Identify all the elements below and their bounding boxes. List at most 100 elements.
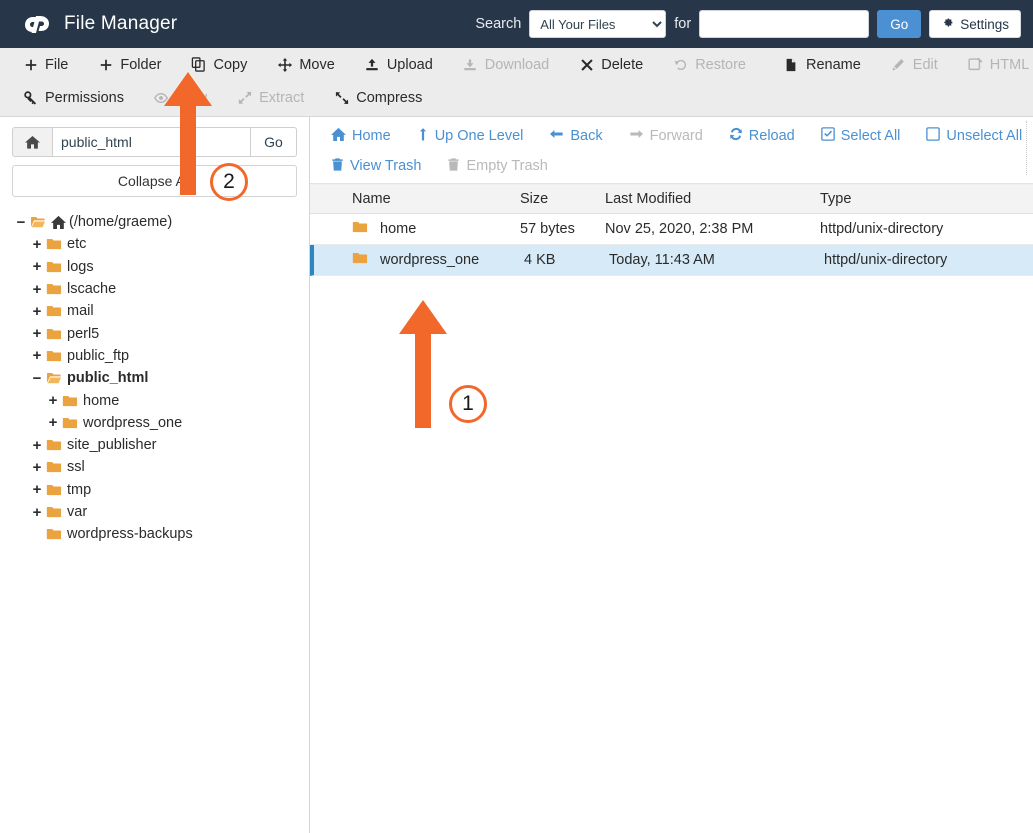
tree-node-home[interactable]: + home [14, 389, 309, 411]
folder-icon [46, 527, 62, 541]
path-input[interactable] [52, 127, 251, 157]
tree-node-wordpress-backups[interactable]: wordpress-backups [14, 523, 309, 545]
toolbar-item-label: Edit [912, 56, 938, 73]
eye-icon [154, 91, 169, 105]
nav-home-button[interactable]: Home [318, 127, 404, 145]
toolbar-download-button: Download [448, 48, 565, 81]
toolbar-permissions-button[interactable]: Permissions [8, 81, 139, 114]
nav-scrollbar[interactable] [1026, 121, 1032, 175]
header-search-group: Search All Your Files for Go Settings [475, 10, 1021, 38]
file-table: Name Size Last Modified Type home 57 bytes No… [310, 184, 1033, 276]
nav-view-trash-button[interactable]: View Trash [318, 157, 434, 176]
tree-node-site_publisher[interactable]: + site_publisher [14, 434, 309, 456]
expand-icon[interactable]: + [30, 482, 44, 497]
toolbar-move-button[interactable]: Move [262, 48, 349, 81]
expand-icon[interactable]: + [30, 460, 44, 475]
toolbar-item-label: Rename [805, 56, 861, 73]
nav-item-label: Home [352, 128, 391, 144]
tree-node-label: mail [67, 303, 94, 320]
file-icon [784, 58, 799, 72]
tree-node-public_html[interactable]: − public_html [14, 367, 309, 389]
tree-node-public_ftp[interactable]: + public_ftp [14, 345, 309, 367]
for-label: for [674, 16, 692, 32]
toolbar-item-label: Download [484, 56, 550, 73]
gear-icon [941, 16, 954, 32]
toolbar-rename-button[interactable]: Rename [769, 48, 876, 81]
nav-row-primary: Home Up One Level Back Forward Reload Select … [310, 121, 1033, 151]
tree-node-label: etc [67, 236, 87, 253]
nav-empty-trash-button: Empty Trash [434, 157, 560, 176]
expand-icon[interactable]: + [30, 438, 44, 453]
settings-button[interactable]: Settings [929, 10, 1021, 38]
tree-node-tmp[interactable]: + tmp [14, 479, 309, 501]
search-scope-select[interactable]: All Your Files [529, 10, 667, 38]
tree-node-logs[interactable]: + logs [14, 256, 309, 278]
column-header-name[interactable]: Name [310, 191, 520, 207]
nav-up-one-level-button[interactable]: Up One Level [404, 127, 537, 146]
expand-icon[interactable]: + [46, 415, 60, 430]
toolbar-delete-button[interactable]: Delete [564, 48, 658, 81]
toolbar-item-label: HTML Editor [989, 56, 1033, 73]
expand-icon[interactable]: + [30, 505, 44, 520]
toolbar-file-button[interactable]: File [8, 48, 83, 81]
toolbar-extract-button: Extract [222, 81, 319, 114]
tree-node-mail[interactable]: + mail [14, 300, 309, 322]
expand-icon[interactable]: + [30, 282, 44, 297]
path-home-icon[interactable] [12, 127, 52, 157]
folder-open-home-icon [30, 215, 46, 229]
table-row[interactable]: home 57 bytes Nov 25, 2020, 2:38 PM httpd/u… [310, 214, 1033, 245]
tree-node-homegraeme[interactable]: − (/home/graeme) [14, 211, 309, 233]
file-manager-app: File Manager Search All Your Files for G… [0, 0, 1033, 833]
path-go-button[interactable]: Go [251, 127, 297, 157]
search-go-button[interactable]: Go [877, 10, 922, 38]
folder-icon [46, 483, 62, 497]
tree-node-etc[interactable]: + etc [14, 233, 309, 255]
collapse-all-button[interactable]: Collapse All [12, 165, 297, 197]
annotation-badge-2: 2 [210, 163, 248, 201]
column-header-type[interactable]: Type [820, 191, 1033, 207]
column-header-last-modified[interactable]: Last Modified [605, 191, 820, 207]
nav-reload-button[interactable]: Reload [716, 127, 808, 145]
tree-node-ssl[interactable]: + ssl [14, 456, 309, 478]
nav-back-button[interactable]: Back [536, 127, 615, 145]
expand-icon[interactable]: + [30, 348, 44, 363]
toolbar-row-primary: File Folder Copy Move Upload Download Delete Re… [0, 48, 1033, 81]
expand-icon[interactable]: + [30, 259, 44, 274]
collapse-icon[interactable]: − [14, 215, 28, 230]
download-icon [463, 58, 478, 72]
expand-icon[interactable]: + [46, 393, 60, 408]
toolbar-copy-button[interactable]: Copy [176, 48, 262, 81]
file-list-panel: Home Up One Level Back Forward Reload Select … [310, 117, 1033, 833]
toolbar-folder-button[interactable]: Folder [83, 48, 176, 81]
tree-node-lscache[interactable]: + lscache [14, 278, 309, 300]
page-title: File Manager [64, 13, 178, 34]
table-row[interactable]: wordpress_one 4 KB Today, 11:43 AM httpd/un… [310, 245, 1033, 276]
tree-node-var[interactable]: + var [14, 501, 309, 523]
nav-forward-button: Forward [616, 127, 716, 145]
reload-icon [729, 127, 743, 145]
nav-select-all-button[interactable]: Select All [808, 127, 914, 145]
tree-node-label: logs [67, 258, 94, 275]
tree-node-label: home [83, 392, 120, 409]
directory-sidebar: Go Collapse All − (/home/graeme) + etc + logs… [0, 117, 310, 833]
toolbar-html-editor-button: HTML Editor [953, 48, 1033, 81]
column-header-size[interactable]: Size [520, 191, 605, 207]
x-icon [579, 58, 594, 72]
toolbar-restore-button: Restore [658, 48, 761, 81]
toolbar-row-secondary: Permissions View Extract Compress [0, 81, 1033, 114]
tree-node-perl5[interactable]: + perl5 [14, 322, 309, 344]
right-arrow-icon [629, 127, 644, 145]
folder-open-icon [46, 371, 62, 385]
folder-icon [46, 438, 62, 452]
nav-unselect-all-button[interactable]: Unselect All [913, 127, 1033, 145]
toolbar-upload-button[interactable]: Upload [350, 48, 448, 81]
expand-icon[interactable]: + [30, 304, 44, 319]
toolbar-compress-button[interactable]: Compress [319, 81, 437, 114]
expand-icon[interactable]: + [30, 326, 44, 341]
file-name-cell: wordpress_one [314, 251, 524, 269]
path-bar: Go [0, 117, 309, 157]
tree-node-wordpress_one[interactable]: + wordpress_one [14, 412, 309, 434]
search-input[interactable] [699, 10, 870, 38]
collapse-icon[interactable]: − [30, 371, 44, 386]
expand-icon[interactable]: + [30, 237, 44, 252]
